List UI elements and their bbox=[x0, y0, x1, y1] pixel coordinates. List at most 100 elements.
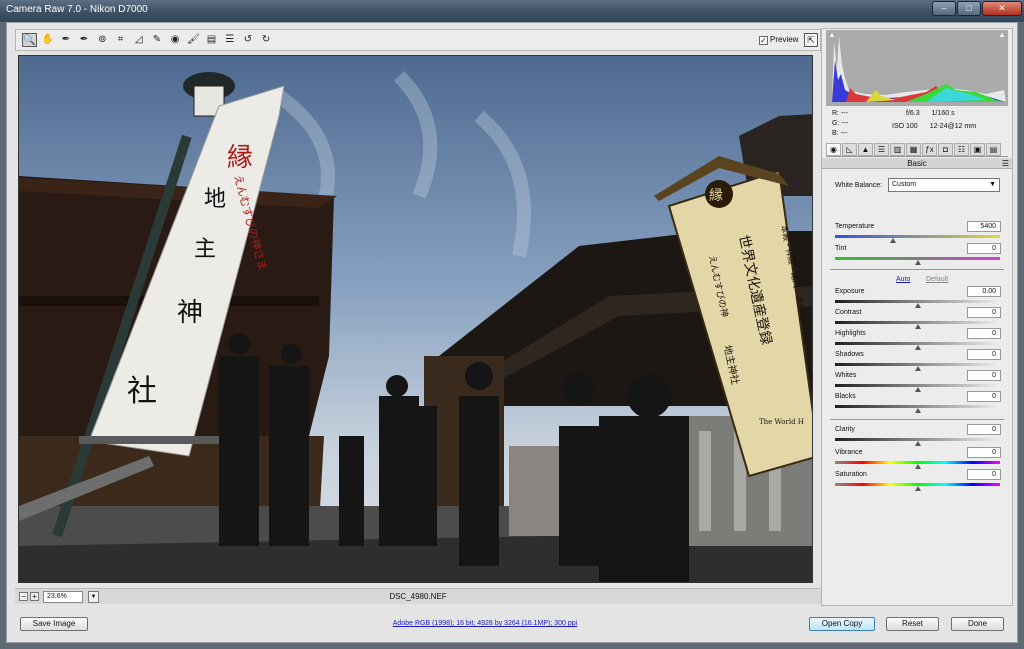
close-button[interactable]: ✕ bbox=[982, 1, 1022, 16]
whites-value-field[interactable]: 0 bbox=[967, 370, 1001, 381]
temperature-value-field[interactable]: 5400 bbox=[967, 221, 1001, 232]
highlights-label: Highlights bbox=[835, 330, 866, 337]
whites-slider[interactable] bbox=[835, 384, 1000, 392]
shadows-label: Shadows bbox=[835, 351, 864, 358]
saturation-value-field[interactable]: 0 bbox=[967, 469, 1001, 480]
divider bbox=[830, 269, 1004, 270]
blacks-value-field[interactable]: 0 bbox=[967, 391, 1001, 402]
fullscreen-icon[interactable]: ⇱ bbox=[804, 33, 818, 47]
white-balance-tool-icon[interactable]: ✒ bbox=[58, 33, 73, 47]
tint-slider-thumb[interactable] bbox=[914, 260, 921, 265]
default-link[interactable]: Default bbox=[926, 276, 948, 283]
color-sampler-tool-icon[interactable]: ✒ bbox=[77, 33, 92, 47]
temperature-slider-thumb[interactable] bbox=[889, 238, 896, 243]
contrast-slider-thumb[interactable] bbox=[914, 324, 921, 329]
tab-snapshots-icon[interactable]: ▤ bbox=[986, 143, 1001, 156]
image-preview[interactable]: 縁 地 主 神 社 えんむすびの神さま 縁 世界文化遺産登録 本殿・拝殿・総門・… bbox=[18, 55, 813, 583]
tab-hsl-icon[interactable]: ☰ bbox=[874, 143, 889, 156]
hand-tool-icon[interactable]: ✋ bbox=[40, 33, 55, 47]
shadows-slider-thumb[interactable] bbox=[914, 366, 921, 371]
exposure-slider-thumb[interactable] bbox=[914, 303, 921, 308]
g-value: --- bbox=[841, 120, 849, 127]
preview-toggle[interactable]: ✓ Preview bbox=[759, 35, 798, 45]
tab-effects-icon[interactable]: ƒx bbox=[922, 143, 937, 156]
clarity-slider[interactable] bbox=[835, 438, 1000, 446]
divider bbox=[830, 419, 1004, 420]
rotate-left-icon[interactable]: ↺ bbox=[240, 33, 255, 47]
camera-raw-dialog: 🔍✋✒✒⊚⌗◿✎◉🖌▤☰↺↻ ✓ Preview ⇱ bbox=[6, 22, 1018, 643]
highlights-slider-thumb[interactable] bbox=[914, 345, 921, 350]
white-balance-value: Custom bbox=[892, 181, 917, 188]
adjustment-brush-icon[interactable]: 🖌 bbox=[186, 33, 201, 47]
vibrance-slider[interactable] bbox=[835, 461, 1000, 469]
vibrance-slider-thumb[interactable] bbox=[914, 464, 921, 469]
iso: ISO 100 bbox=[892, 123, 918, 130]
contrast-value-field[interactable]: 0 bbox=[967, 307, 1001, 318]
auto-link[interactable]: Auto bbox=[896, 276, 910, 283]
tab-presets-icon[interactable]: ☷ bbox=[954, 143, 969, 156]
photo-image: 縁 地 主 神 社 えんむすびの神さま 縁 世界文化遺産登録 本殿・拝殿・総門・… bbox=[19, 56, 812, 582]
panel-title: Basic ☰ bbox=[822, 158, 1012, 169]
banner-kanji-4: 社 bbox=[127, 374, 157, 409]
saturation-slider[interactable] bbox=[835, 483, 1000, 491]
rotate-right-icon[interactable]: ↻ bbox=[259, 33, 274, 47]
clarity-value-field[interactable]: 0 bbox=[967, 424, 1001, 435]
vibrance-value-field[interactable]: 0 bbox=[967, 447, 1001, 458]
targeted-adjustment-tool-icon[interactable]: ⊚ bbox=[95, 33, 110, 47]
clarity-slider-thumb[interactable] bbox=[914, 441, 921, 446]
banner-kanji-3: 神 bbox=[177, 298, 203, 328]
red-eye-tool-icon[interactable]: ◉ bbox=[168, 33, 183, 47]
tab-split-toning-icon[interactable]: ▥ bbox=[890, 143, 905, 156]
banner-kanji-1: 地 bbox=[204, 187, 226, 212]
panel-menu-icon[interactable]: ☰ bbox=[1002, 158, 1009, 169]
highlights-value-field[interactable]: 0 bbox=[967, 328, 1001, 339]
spot-removal-tool-icon[interactable]: ✎ bbox=[149, 33, 164, 47]
tab-detail-icon[interactable]: ▲ bbox=[858, 143, 873, 156]
shadows-value-field[interactable]: 0 bbox=[967, 349, 1001, 360]
crop-tool-icon[interactable]: ⌗ bbox=[113, 33, 128, 47]
open-copy-button[interactable]: Open Copy bbox=[809, 617, 875, 631]
tint-value-field[interactable]: 0 bbox=[967, 243, 1001, 254]
blacks-slider[interactable] bbox=[835, 405, 1000, 413]
graduated-filter-icon[interactable]: ▤ bbox=[204, 33, 219, 47]
r-label: R: bbox=[832, 110, 839, 117]
minimize-button[interactable]: – bbox=[932, 1, 956, 16]
contrast-slider[interactable] bbox=[835, 321, 1000, 329]
zoom-tool-icon[interactable]: 🔍 bbox=[22, 33, 37, 47]
tab-lens-corrections-icon[interactable]: ▦ bbox=[906, 143, 921, 156]
whites-slider-thumb[interactable] bbox=[914, 387, 921, 392]
chevron-down-icon: ▼ bbox=[989, 181, 996, 188]
window-title: Camera Raw 7.0 - Nikon D7000 bbox=[6, 4, 148, 15]
highlights-slider[interactable] bbox=[835, 342, 1000, 350]
footer: Save Image Adobe RGB (1998); 16 bit; 492… bbox=[6, 604, 1018, 643]
exposure-value-field[interactable]: 0.00 bbox=[967, 286, 1001, 297]
g-label: G: bbox=[832, 120, 840, 127]
tint-slider[interactable] bbox=[835, 257, 1000, 265]
saturation-label: Saturation bbox=[835, 471, 867, 478]
preview-checkbox[interactable]: ✓ bbox=[759, 35, 768, 45]
whites-label: Whites bbox=[835, 372, 857, 379]
reset-button[interactable]: Reset bbox=[886, 617, 939, 631]
preferences-icon[interactable]: ☰ bbox=[222, 33, 237, 47]
temperature-slider[interactable] bbox=[835, 235, 1000, 243]
tab-camera-calibration-icon[interactable]: ◘ bbox=[938, 143, 953, 156]
sign-world-text: The World H bbox=[759, 418, 804, 426]
status-bar: − + 23.6% ▼ DSC_4980.NEF bbox=[15, 588, 821, 604]
tab-tone-curve-icon[interactable]: ◺ bbox=[842, 143, 857, 156]
saturation-slider-thumb[interactable] bbox=[914, 486, 921, 491]
temperature-label: Temperature bbox=[835, 223, 875, 230]
tab-settings-icon[interactable]: ▣ bbox=[970, 143, 985, 156]
done-button[interactable]: Done bbox=[951, 617, 1004, 631]
maximize-button[interactable]: □ bbox=[957, 1, 981, 16]
b-label: B: bbox=[832, 130, 839, 137]
blacks-label: Blacks bbox=[835, 393, 856, 400]
tab-basic-icon[interactable]: ◉ bbox=[826, 143, 841, 156]
straighten-tool-icon[interactable]: ◿ bbox=[131, 33, 146, 47]
highlight-clipping-warning-icon[interactable]: ▲ bbox=[998, 32, 1006, 39]
r-value: --- bbox=[840, 110, 848, 117]
white-balance-select[interactable]: Custom ▼ bbox=[888, 178, 1000, 192]
shadow-clipping-warning-icon[interactable]: ▲ bbox=[828, 32, 836, 39]
shadows-slider[interactable] bbox=[835, 363, 1000, 371]
exposure-slider[interactable] bbox=[835, 300, 1000, 308]
blacks-slider-thumb[interactable] bbox=[914, 408, 921, 413]
